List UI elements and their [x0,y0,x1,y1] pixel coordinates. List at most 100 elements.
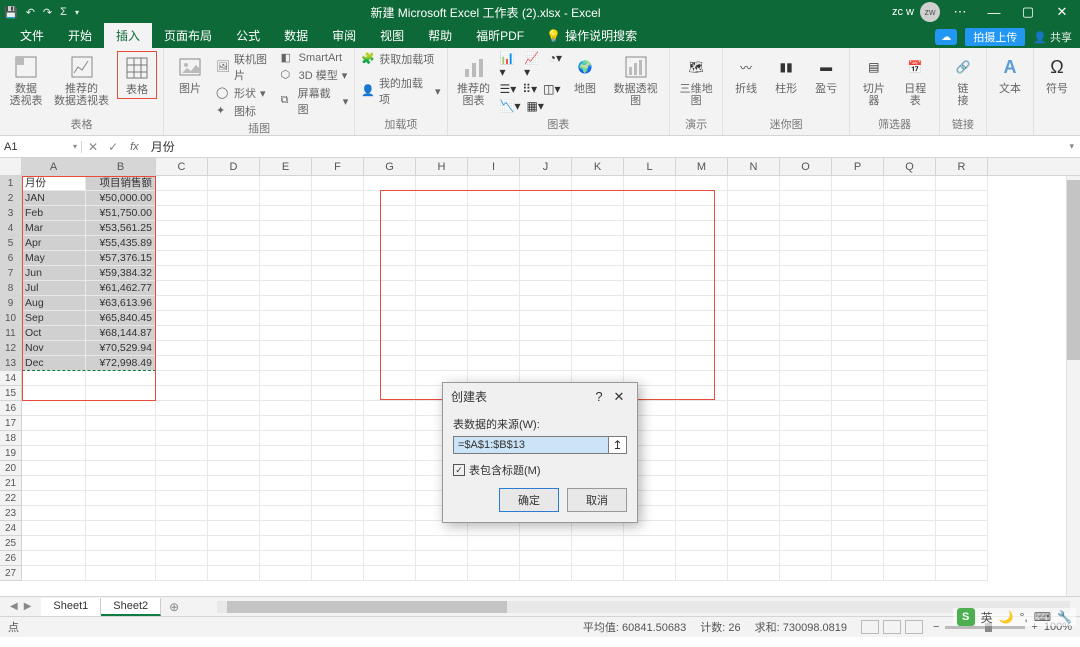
cell[interactable] [156,506,208,521]
cell[interactable] [312,536,364,551]
cell[interactable] [260,461,312,476]
cell[interactable] [312,521,364,536]
cell[interactable] [884,281,936,296]
cell[interactable] [884,476,936,491]
cell[interactable] [260,416,312,431]
cell[interactable] [780,221,832,236]
cell[interactable] [156,206,208,221]
shapes-button[interactable]: ◯形状▾ [216,85,275,101]
cell[interactable] [832,191,884,206]
3d-model-button[interactable]: ⬡3D 模型▾ [281,67,349,83]
tab-review[interactable]: 审阅 [320,23,368,48]
row-header[interactable]: 12 [0,341,22,356]
cell[interactable] [624,326,676,341]
cell[interactable] [416,296,468,311]
sheet-nav-prev-icon[interactable]: ◀ [10,601,18,612]
col-header-I[interactable]: I [468,158,520,175]
cell[interactable] [728,551,780,566]
cell[interactable] [86,536,156,551]
cell[interactable] [364,476,416,491]
cell[interactable]: Jun [22,266,86,281]
col-header-Q[interactable]: Q [884,158,936,175]
redo-icon[interactable]: ↷ [43,6,52,19]
cell[interactable] [208,311,260,326]
cell[interactable] [260,551,312,566]
cell[interactable] [86,476,156,491]
expand-formula-icon[interactable]: ▾ [1063,141,1080,152]
bar-chart-icon[interactable]: 📊▾ [500,51,519,79]
row-header[interactable]: 18 [0,431,22,446]
minimize-icon[interactable]: — [980,5,1008,20]
cell[interactable] [936,431,988,446]
cell[interactable] [86,491,156,506]
cell[interactable] [468,251,520,266]
cell[interactable] [832,476,884,491]
cell[interactable] [624,356,676,371]
cell[interactable]: Dec [22,356,86,371]
cell[interactable] [780,176,832,191]
col-header-A[interactable]: A [22,158,86,175]
cell[interactable] [364,356,416,371]
cell[interactable] [728,206,780,221]
cell[interactable] [884,401,936,416]
cell[interactable] [156,341,208,356]
cell[interactable] [156,191,208,206]
cell[interactable] [936,266,988,281]
cell[interactable] [728,311,780,326]
cell[interactable] [468,521,520,536]
cell[interactable] [312,296,364,311]
cell[interactable] [780,506,832,521]
row-header[interactable]: 8 [0,281,22,296]
normal-view-icon[interactable] [861,620,879,634]
cell[interactable]: May [22,251,86,266]
cell[interactable]: ¥53,561.25 [86,221,156,236]
cell[interactable] [572,536,624,551]
cell[interactable] [312,311,364,326]
cell[interactable] [884,311,936,326]
cell[interactable] [86,446,156,461]
cell[interactable] [156,296,208,311]
page-layout-view-icon[interactable] [883,620,901,634]
cell[interactable] [728,176,780,191]
surface-chart-icon[interactable]: ▦▾ [526,99,543,113]
cell[interactable] [676,206,728,221]
cell[interactable] [520,296,572,311]
cell[interactable] [156,461,208,476]
col-header-G[interactable]: G [364,158,416,175]
cell[interactable] [936,296,988,311]
cell[interactable] [468,206,520,221]
cell[interactable] [156,356,208,371]
cell[interactable] [260,266,312,281]
pivot-chart-button[interactable]: 数据透视图 [608,51,663,109]
cell[interactable] [728,446,780,461]
cell[interactable] [728,461,780,476]
cell[interactable]: Mar [22,221,86,236]
row-header[interactable]: 5 [0,236,22,251]
cell[interactable] [260,281,312,296]
cell[interactable] [312,371,364,386]
accept-formula-icon[interactable]: ✓ [108,140,118,154]
cell[interactable] [780,266,832,281]
cell[interactable] [884,416,936,431]
cell[interactable] [676,296,728,311]
cell[interactable] [364,206,416,221]
smartart-button[interactable]: ◧SmartArt [281,51,349,65]
cell[interactable] [832,461,884,476]
settings-icon[interactable]: 🔧 [1057,610,1072,624]
row-header[interactable]: 7 [0,266,22,281]
cell[interactable] [884,191,936,206]
cell[interactable] [884,551,936,566]
cell[interactable] [936,536,988,551]
cell[interactable] [22,416,86,431]
cell[interactable] [520,566,572,581]
cancel-button[interactable]: 取消 [567,488,627,512]
cell[interactable] [832,431,884,446]
cell[interactable] [520,191,572,206]
cell[interactable] [624,341,676,356]
col-header-L[interactable]: L [624,158,676,175]
recommended-charts-button[interactable]: 推荐的 图表 [454,51,494,109]
cell[interactable] [520,236,572,251]
cell[interactable] [780,191,832,206]
row-header[interactable]: 21 [0,476,22,491]
cell[interactable] [22,461,86,476]
